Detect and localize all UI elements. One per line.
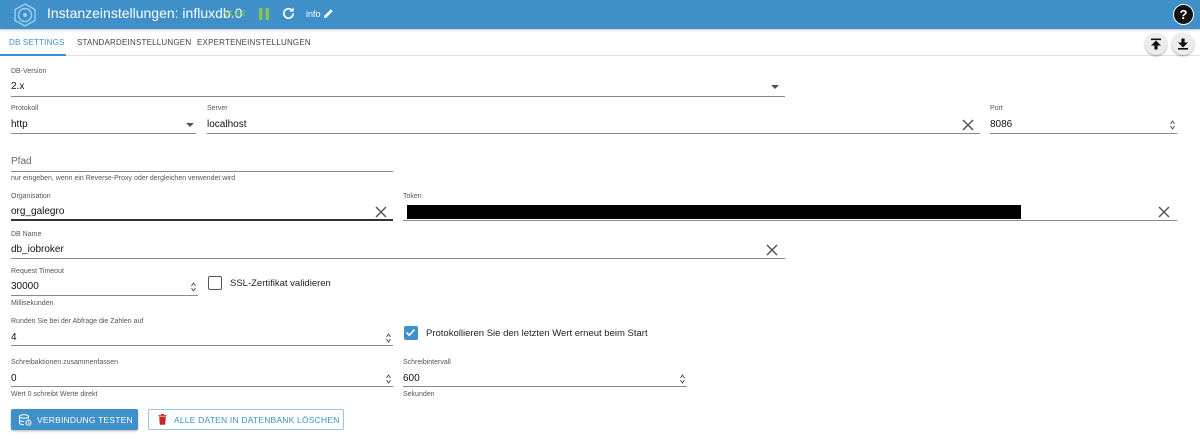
tab-bar: DB SETTINGS STANDARDEINSTELLUNGEN EXPERT… — [0, 29, 1200, 56]
db-name-field[interactable]: DB Name db_iobroker — [11, 231, 785, 260]
server-field[interactable]: Server localhost — [207, 105, 980, 135]
batch-label: Schreibaktionen zusammenfassen — [11, 359, 119, 366]
token-redacted-value — [407, 205, 1021, 219]
reload-icon[interactable] — [281, 6, 296, 21]
protocol-underline — [11, 133, 196, 134]
organisation-value: org_galegro — [11, 206, 65, 217]
help-button[interactable]: ? — [1173, 4, 1194, 25]
server-label: Server — [207, 105, 228, 112]
log-last-value-label: Protokollieren Sie den letzten Wert erne… — [426, 328, 648, 339]
db-version-label: DB-Version — [11, 68, 47, 75]
ssl-validate-checkbox[interactable] — [208, 276, 222, 290]
organisation-underline — [11, 219, 393, 221]
organisation-field[interactable]: Organisation org_galegro — [11, 193, 393, 221]
token-label: Token — [403, 193, 422, 200]
db-name-label: DB Name — [11, 231, 42, 238]
write-interval-underline — [403, 386, 687, 387]
port-underline — [990, 133, 1177, 134]
path-underline — [11, 171, 393, 172]
pencil-icon[interactable] — [323, 8, 334, 19]
download-icon — [1178, 38, 1188, 50]
server-underline — [207, 133, 980, 134]
tab-db-settings[interactable]: DB SETTINGS — [9, 38, 65, 47]
delete-all-data-label: ALLE DATEN IN DATENBANK LÖSCHEN — [174, 414, 340, 425]
organisation-label: Organisation — [11, 193, 51, 200]
write-interval-value: 600 — [403, 373, 420, 384]
chevron-down-icon — [771, 85, 779, 89]
clear-icon[interactable] — [375, 206, 387, 218]
number-stepper-icon[interactable] — [191, 282, 196, 292]
db-version-value: 2.x — [11, 81, 25, 92]
request-timeout-label: Request Timeout — [11, 268, 64, 275]
path-field[interactable]: Pfad nur eingeben, wenn ein Reverse-Prox… — [11, 154, 393, 186]
iobroker-logo-icon — [14, 3, 36, 27]
request-timeout-helper: Millisekunden — [11, 300, 54, 307]
round-underline — [11, 345, 393, 346]
round-label: Runden Sie bei der Abfrage die Zahlen au… — [11, 318, 144, 325]
batch-value: 0 — [11, 373, 17, 384]
pause-icon[interactable] — [258, 7, 270, 21]
batch-underline — [11, 386, 393, 387]
database-test-icon — [19, 413, 32, 426]
request-timeout-value: 30000 — [11, 281, 39, 292]
clear-icon[interactable] — [1158, 206, 1170, 218]
db-version-select[interactable]: DB-Version 2.x — [11, 68, 785, 98]
db-version-underline — [11, 96, 785, 97]
port-label: Port — [990, 105, 1003, 112]
round-value: 4 — [11, 332, 17, 343]
db-name-underline — [11, 258, 785, 259]
write-interval-field[interactable]: Schreibintervall 600 Sekunden — [403, 359, 687, 401]
number-stepper-icon[interactable] — [386, 374, 391, 384]
path-placeholder: Pfad — [11, 156, 32, 167]
delete-all-data-button[interactable]: ALLE DATEN IN DATENBANK LÖSCHEN — [148, 409, 344, 430]
active-tab-indicator — [0, 54, 66, 56]
upload-icon — [1151, 38, 1161, 50]
write-interval-label: Schreibintervall — [403, 359, 451, 366]
trash-icon — [158, 414, 167, 425]
header-bar: Instanzeinstellungen: influxdb.0 v4.0.2 … — [0, 0, 1200, 29]
write-interval-helper: Sekunden — [403, 391, 435, 398]
protocol-select[interactable]: Protokoll http — [11, 105, 196, 135]
upload-button[interactable] — [1145, 33, 1167, 55]
app-root: Instanzeinstellungen: influxdb.0 v4.0.2 … — [0, 0, 1200, 443]
round-field[interactable]: Runden Sie bei der Abfrage die Zahlen au… — [11, 318, 393, 347]
tab-experteneinstellungen[interactable]: EXPERTENEINSTELLUNGEN — [197, 38, 311, 47]
token-field[interactable]: Token — [403, 193, 1177, 221]
batch-field[interactable]: Schreibaktionen zusammenfassen 0 Wert 0 … — [11, 359, 393, 401]
version-badge: v4.0.2 — [224, 9, 246, 18]
number-stepper-icon[interactable] — [386, 333, 391, 343]
check-icon — [405, 328, 416, 337]
batch-helper: Wert 0 schreibt Werte direkt — [11, 391, 98, 398]
request-timeout-field[interactable]: Request Timeout 30000 Millisekunden — [11, 268, 198, 310]
log-last-value-checkbox[interactable] — [404, 326, 418, 340]
clear-icon[interactable] — [962, 119, 974, 131]
help-icon: ? — [1174, 5, 1193, 24]
test-connection-button[interactable]: VERBINDUNG TESTEN — [11, 409, 138, 430]
request-timeout-underline — [11, 295, 198, 296]
clear-icon[interactable] — [766, 244, 778, 256]
ssl-validate-label: SSL-Zertifikat validieren — [230, 278, 331, 289]
server-value: localhost — [207, 119, 247, 130]
test-connection-label: VERBINDUNG TESTEN — [37, 414, 133, 425]
log-level-label[interactable]: info — [306, 9, 321, 19]
svg-text:?: ? — [1180, 7, 1188, 22]
number-stepper-icon[interactable] — [1170, 120, 1175, 130]
port-value: 8086 — [990, 119, 1013, 130]
port-field[interactable]: Port 8086 — [990, 105, 1177, 135]
chevron-down-icon — [186, 123, 194, 127]
page-title: Instanzeinstellungen: influxdb.0 — [47, 5, 243, 21]
path-helper-text: nur eingeben, wenn ein Reverse-Proxy ode… — [11, 175, 236, 182]
tab-standardeinstellungen[interactable]: STANDARDEINSTELLUNGEN — [77, 38, 191, 47]
db-name-value: db_iobroker — [11, 244, 64, 255]
token-underline — [403, 220, 1177, 221]
download-button[interactable] — [1172, 33, 1194, 55]
protocol-label: Protokoll — [11, 105, 39, 112]
protocol-value: http — [11, 119, 28, 130]
number-stepper-icon[interactable] — [680, 374, 685, 384]
